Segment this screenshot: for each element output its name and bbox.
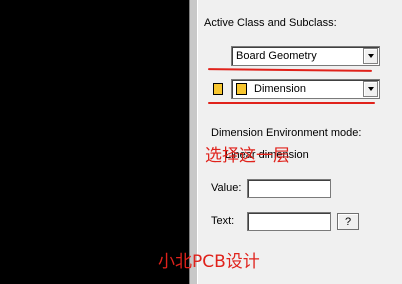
class-dropdown-button[interactable]	[363, 48, 378, 64]
dimension-env-label: Dimension Environment mode:	[211, 127, 362, 139]
panel-splitter[interactable]	[189, 0, 198, 284]
active-class-heading: Active Class and Subclass:	[204, 17, 337, 29]
value-label: Value:	[211, 182, 242, 194]
class-dropdown-value: Board Geometry	[236, 50, 317, 62]
text-input[interactable]	[247, 212, 331, 231]
chevron-down-icon	[367, 54, 374, 58]
design-canvas[interactable]	[0, 0, 189, 284]
subclass-color-swatch[interactable]	[213, 83, 223, 95]
annotation-choose-layer: 选择这一层	[205, 146, 290, 166]
class-dropdown[interactable]: Board Geometry	[231, 46, 380, 66]
annotation-underline-class	[207, 68, 373, 72]
help-button[interactable]: ?	[337, 213, 359, 230]
subclass-dropdown[interactable]: Dimension	[231, 79, 380, 99]
text-label: Text:	[211, 215, 235, 227]
chevron-down-icon	[367, 87, 374, 91]
subclass-dropdown-button[interactable]	[363, 81, 378, 97]
watermark-text: 小北PCB设计	[158, 252, 260, 272]
annotation-underline-subclass	[208, 102, 375, 104]
subclass-color-icon	[236, 83, 247, 95]
value-input[interactable]	[247, 179, 331, 198]
subclass-dropdown-value: Dimension	[254, 83, 306, 95]
